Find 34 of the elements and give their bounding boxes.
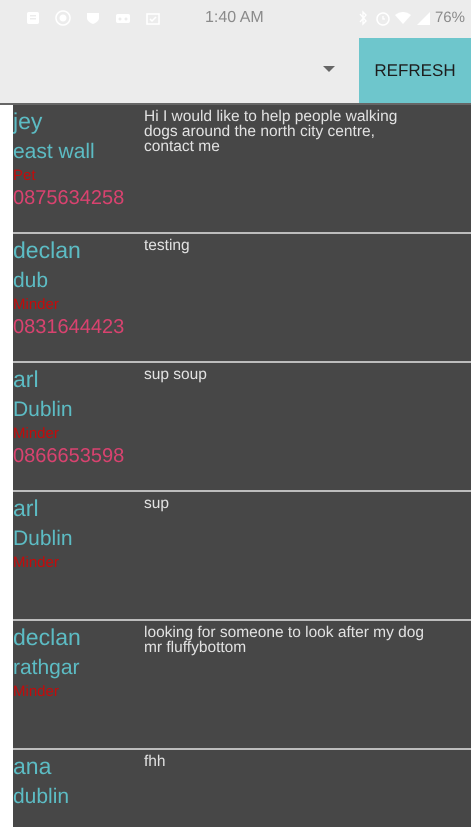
post-row[interactable]: arl Dublin Minder sup — [13, 492, 471, 621]
battery-percent: 76% — [434, 9, 465, 26]
post-row[interactable]: ana dublin fhh — [13, 750, 471, 827]
post-message: Hi I would like to help people walking dogs around the north city centre, contact me — [144, 107, 398, 157]
user-name: ana — [13, 752, 52, 781]
location: dublin — [13, 784, 70, 810]
post-message: looking for someone to look after my dog mr fluffybottom — [144, 623, 426, 658]
location: east wall — [13, 139, 96, 165]
user-type: Pet — [13, 168, 37, 184]
user-type: Minder — [13, 297, 60, 313]
location: rathgar — [13, 655, 81, 681]
phone-number: 0866653598 — [13, 444, 126, 469]
location: Dublin — [13, 397, 74, 423]
user-name: declan — [13, 623, 82, 652]
post-message: testing — [144, 236, 191, 256]
post-row[interactable]: declan dub Minder 0831644423 testing — [13, 234, 471, 363]
post-row[interactable]: declan rathgar Minder looking for someone to look after my dog mr fluffybottom — [13, 621, 471, 750]
user-name: declan — [13, 236, 82, 265]
post-row[interactable]: arl Dublin Minder 0866653598 sup soup — [13, 363, 471, 492]
user-type: Minder — [13, 684, 60, 700]
user-name: arl — [13, 494, 40, 523]
location: dub — [13, 268, 50, 294]
phone-number: 0875634258 — [13, 186, 126, 211]
dropdown-arrow-icon[interactable] — [323, 66, 335, 72]
post-message: fhh — [144, 752, 167, 772]
user-type: Minder — [13, 555, 60, 571]
post-message: sup — [144, 494, 170, 514]
status-time: 1:40 AM — [205, 8, 264, 26]
post-message: sup soup — [144, 365, 208, 385]
user-type: Minder — [13, 426, 60, 442]
phone-number: 0831644423 — [13, 315, 126, 340]
location: Dublin — [13, 526, 74, 552]
user-name: arl — [13, 365, 40, 394]
refresh-button[interactable]: REFRESH — [359, 38, 471, 103]
